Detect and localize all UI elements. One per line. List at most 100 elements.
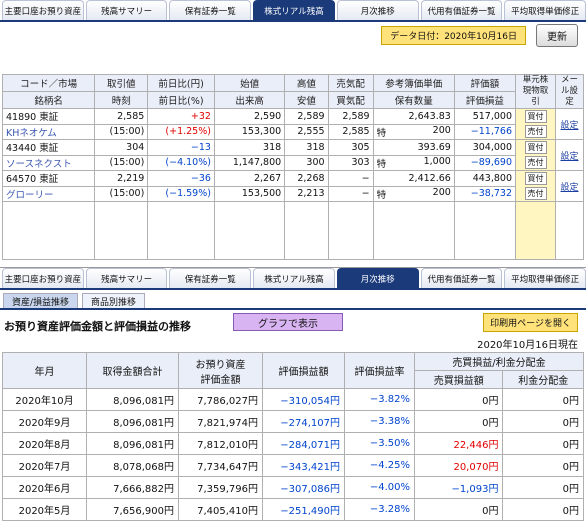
acq-cell: 7,666,882円 — [86, 476, 179, 499]
trade-pl-cell: −1,093円 — [413, 476, 504, 499]
buy-button[interactable]: 買付 — [524, 141, 547, 154]
month-cell: 2020年9月 — [2, 410, 87, 433]
top-tab-bar: 主要口座お預り資産 残高サマリー 保有証券一覧 株式リアル残高 月次推移 代用有… — [0, 0, 586, 22]
tab-stock-realtime[interactable]: 株式リアル残高 — [253, 0, 335, 20]
sell-quote: 2,589 — [327, 108, 374, 125]
special-account: 特 — [376, 189, 387, 201]
tab-main-account[interactable]: 主要口座お預り資産 — [2, 0, 84, 20]
acq-cell: 8,078,068円 — [86, 454, 179, 477]
tab-avg-cost[interactable]: 平均取得単価修正 — [504, 0, 586, 20]
time: (15:00) — [94, 123, 149, 140]
month-cell: 2020年6月 — [2, 476, 87, 499]
section-title: お預り資産評価金額と評価損益の推移 — [4, 320, 191, 333]
print-page-button[interactable]: 印刷用ページを開く — [483, 313, 578, 332]
tab-balance-summary[interactable]: 残高サマリー — [85, 0, 168, 20]
volume: 153,300 — [213, 123, 286, 140]
dividend-cell: 0円 — [502, 432, 584, 455]
monthly-history-table: 年月 取得金額合計 お預り資産 評価金額 評価損益額 評価損益率 売買損益/利金分… — [2, 352, 584, 521]
price: 304 — [94, 139, 149, 156]
stock-code: 41890 — [6, 112, 37, 124]
acq-cell: 8,096,081円 — [86, 410, 179, 433]
buy-quote: − — [327, 185, 374, 202]
holding-row: 64570 東証 2,219 −36 2,267 2,268 − 2,412.6… — [1, 170, 584, 202]
hdr-dividend: 利金分配金 — [502, 370, 584, 389]
tab-stock-realtime-2[interactable]: 株式リアル残高 — [253, 268, 335, 288]
hdr-hold-qty: 保有数量 — [372, 91, 455, 109]
tab-monthly-2[interactable]: 月次推移 — [336, 268, 419, 288]
holding-row-sub: KHネオケム (15:00) (+1.25%) 153,300 2,555 2,… — [1, 123, 584, 140]
dividend-cell: 0円 — [502, 476, 584, 499]
buy-button[interactable]: 買付 — [524, 172, 547, 185]
tab-monthly[interactable]: 月次推移 — [336, 0, 419, 20]
trade-pl-cell: 0円 — [413, 498, 504, 521]
sell-quote: − — [327, 170, 374, 187]
change: −36 — [147, 170, 215, 187]
rate-cell: −4.00% — [344, 476, 415, 499]
ref-book: 393.69 — [372, 139, 455, 156]
hold-qty: 1,000 — [423, 155, 451, 167]
monthly-tab-bar: 主要口座お預り資産 残高サマリー 保有証券一覧 株式リアル残高 月次推移 代用有… — [0, 268, 586, 290]
sell-button[interactable]: 売付 — [524, 187, 547, 200]
low: 2,213 — [284, 185, 329, 202]
trade-pl-cell: 0円 — [413, 410, 504, 433]
stock-name[interactable]: KHネオケム — [1, 123, 96, 140]
open: 2,267 — [213, 170, 286, 187]
holding-empty-row — [1, 201, 584, 260]
eval-pl: −11,766 — [453, 123, 517, 140]
holdings-table: コード／市場 取引値 前日比(円) 始値 高値 売気配 参考簿価単価 評価額 単… — [1, 74, 584, 260]
tab-collateral[interactable]: 代用有価証券一覧 — [420, 0, 503, 20]
price: 2,219 — [94, 170, 149, 187]
pl-cell: −251,490円 — [262, 498, 345, 521]
high: 318 — [284, 139, 329, 156]
mail-setting-link[interactable]: 設定 — [560, 152, 578, 162]
eval-amount: 304,000 — [453, 139, 517, 156]
low: 300 — [284, 154, 329, 171]
mail-setting-link[interactable]: 設定 — [560, 121, 578, 131]
stock-code: 43440 — [6, 143, 37, 155]
hold-qty: 200 — [432, 186, 451, 198]
trade-pl-cell: 22,446円 — [413, 432, 504, 455]
buy-button[interactable]: 買付 — [524, 110, 547, 123]
mail-setting-link[interactable]: 設定 — [560, 183, 578, 193]
holding-row-sub: グローリー (15:00) (−1.59%) 153,500 2,213 − 特… — [1, 185, 584, 202]
tab-main-account-2[interactable]: 主要口座お預り資産 — [2, 268, 84, 288]
sell-button[interactable]: 売付 — [524, 125, 547, 138]
sell-button[interactable]: 売付 — [524, 156, 547, 169]
section-header: お預り資産評価金額と評価損益の推移 グラフで表示 印刷用ページを開く — [0, 310, 586, 336]
history-row: 2020年7月 8,078,068円 7,734,647円 −343,421円 −4.2… — [2, 454, 584, 477]
hdr-name: 銘柄名 — [1, 91, 96, 109]
stock-name[interactable]: グローリー — [1, 185, 96, 202]
history-row: 2020年9月 8,096,081円 7,821,974円 −274,107円 −3.3… — [2, 410, 584, 433]
change-pct: (−4.10%) — [147, 154, 215, 171]
hdr-unit-trade: 単元株現物取引 — [515, 74, 556, 109]
realtime-holdings-panel: データ日付：2020年10月16日 更新 コード／市場 取引値 前日比(円) 始… — [0, 22, 586, 268]
sell-quote: 305 — [327, 139, 374, 156]
subtab-asset-pl[interactable]: 資産/損益推移 — [3, 293, 79, 308]
asset-cell: 7,821,974円 — [178, 410, 263, 433]
tab-holdings-list[interactable]: 保有証券一覧 — [169, 0, 252, 20]
hdr-asset-eval: お預り資産 評価金額 — [178, 352, 263, 389]
refresh-button[interactable]: 更新 — [536, 23, 578, 47]
asset-cell: 7,405,410円 — [178, 498, 263, 521]
open: 2,590 — [213, 108, 286, 125]
tab-collateral-2[interactable]: 代用有価証券一覧 — [420, 268, 503, 288]
acq-cell: 8,096,081円 — [86, 388, 179, 411]
volume: 153,500 — [213, 185, 286, 202]
tab-avg-cost-2[interactable]: 平均取得単価修正 — [504, 268, 586, 288]
dividend-cell: 0円 — [502, 498, 584, 521]
trade-pl-cell: 20,070円 — [413, 454, 504, 477]
stock-name[interactable]: ソースネクスト — [1, 154, 96, 171]
tab-holdings-list-2[interactable]: 保有証券一覧 — [169, 268, 252, 288]
market: 東証 — [39, 112, 59, 124]
special-account: 特 — [376, 127, 387, 139]
pl-cell: −310,054円 — [262, 388, 345, 411]
change: +32 — [147, 108, 215, 125]
show-graph-button[interactable]: グラフで表示 — [233, 313, 343, 331]
subtab-by-product[interactable]: 商品別推移 — [82, 293, 146, 308]
month-cell: 2020年8月 — [2, 432, 87, 455]
hdr-trade-pl: 売買損益額 — [413, 370, 504, 389]
pl-cell: −307,086円 — [262, 476, 345, 499]
asset-cell: 7,786,027円 — [178, 388, 263, 411]
tab-balance-summary-2[interactable]: 残高サマリー — [85, 268, 168, 288]
hdr-mail: メール設定 — [555, 74, 584, 109]
